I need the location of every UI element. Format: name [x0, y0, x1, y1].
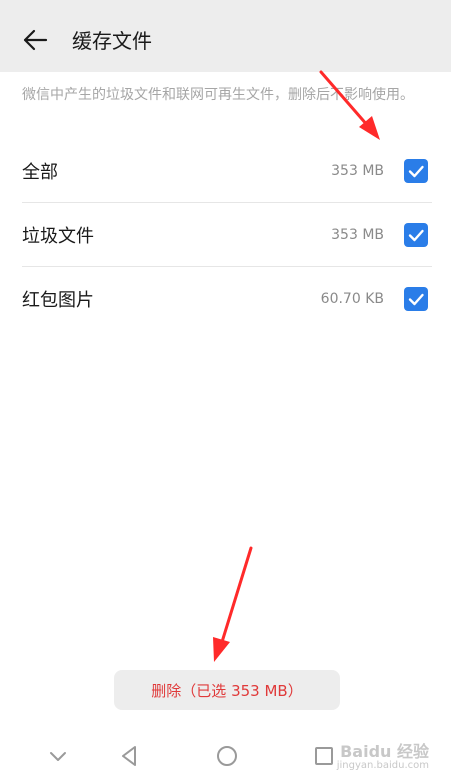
list-item-red-packet-images[interactable]: 红包图片 60.70 KB — [22, 267, 432, 331]
item-label: 垃圾文件 — [22, 226, 94, 247]
triangle-back-icon[interactable] — [114, 740, 146, 772]
page-title: 缓存文件 — [72, 29, 152, 53]
checkbox-junk-files[interactable] — [404, 223, 428, 247]
annotation-arrow-bottom — [213, 546, 253, 662]
checkmark-icon — [408, 165, 424, 178]
annotation-arrow-top — [319, 70, 380, 140]
square-recent-icon[interactable] — [308, 740, 340, 772]
delete-button[interactable]: 删除（已选 353 MB） — [114, 670, 340, 710]
item-label: 全部 — [22, 162, 58, 183]
back-arrow-icon[interactable] — [22, 27, 48, 53]
chevron-down-icon[interactable] — [42, 740, 74, 772]
watermark-logo: Baidu 经验 — [340, 742, 429, 761]
list-item-junk-files[interactable]: 垃圾文件 353 MB — [22, 203, 432, 267]
item-size: 353 MB — [331, 163, 384, 179]
description-text: 微信中产生的垃圾文件和联网可再生文件，删除后不影响使用。 — [22, 87, 414, 103]
annotation-arrows — [213, 70, 380, 662]
item-label: 红包图片 — [22, 290, 94, 311]
item-size: 60.70 KB — [320, 291, 384, 307]
checkmark-icon — [408, 229, 424, 242]
checkmark-icon — [408, 293, 424, 306]
item-size: 353 MB — [331, 227, 384, 243]
checkbox-red-packet-images[interactable] — [404, 287, 428, 311]
app-header: 缓存文件 — [0, 0, 451, 72]
circle-home-icon[interactable] — [211, 740, 243, 772]
checkbox-all[interactable] — [404, 159, 428, 183]
watermark-url: jingyan.baidu.com — [336, 760, 429, 771]
list-item-all[interactable]: 全部 353 MB — [22, 139, 432, 203]
